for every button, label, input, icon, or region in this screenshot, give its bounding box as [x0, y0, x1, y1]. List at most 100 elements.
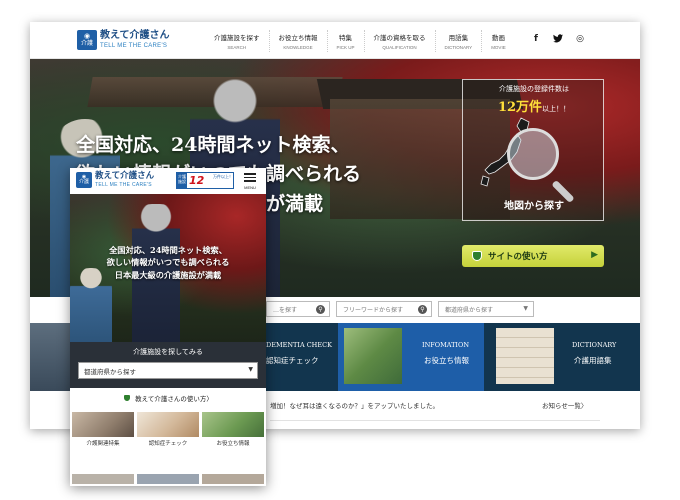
mobile-prefecture-select[interactable]: 都道府県から探す ▼	[78, 362, 258, 379]
hamburger-menu-button[interactable]: MENU	[240, 173, 260, 190]
nav-item-label: 特集	[339, 34, 352, 42]
nav-item-sublabel: SEARCH	[227, 45, 247, 50]
nav-item-label: 介護施設を探す	[214, 34, 260, 42]
mobile-hero-headline: 全国対応、24時間ネット検索、 欲しい情報がいつでも調べられる 日本最大級の介護…	[70, 244, 266, 281]
map-search-box[interactable]: 介護施設の登録件数は 12万件以上！！ 地図から探す	[462, 79, 604, 221]
logo-mark-icon: ◉ 介護	[77, 30, 97, 50]
nav-item-label: 用語集	[448, 34, 469, 42]
mobile-hero-line-3: 日本最大級の介護施設が満載	[114, 269, 222, 280]
shield-icon	[472, 251, 482, 261]
menu-label: MENU	[244, 184, 256, 190]
nav-item-movie[interactable]: 動画 MOVIE	[481, 30, 515, 52]
menu-icon	[244, 173, 256, 175]
logo-mark-text: 介護	[80, 39, 93, 47]
mobile-select-value: 都道府県から探す	[84, 367, 136, 376]
shield-icon	[123, 394, 132, 402]
site-guide-label: サイトの使い方	[488, 252, 548, 262]
mobile-card-label: お役立ち情報	[216, 441, 250, 447]
nav-item-knowledge[interactable]: お役立ち情報 KNOWLEDGE	[268, 30, 327, 52]
information-photo	[344, 328, 402, 384]
dictionary-photo	[496, 328, 554, 384]
menu-icon	[244, 176, 256, 178]
freeword-search-placeholder: フリーワードから探す	[343, 306, 404, 314]
news-more-link[interactable]: お知らせ一覧〉	[542, 400, 587, 410]
mobile-screenshot: ◉ 介護 教えて介護さん TELL ME THE CARE'S 介護施設 12 …	[70, 168, 266, 486]
main-nav: 介護施設を探す SEARCH お役立ち情報 KNOWLEDGE 特集 PICK …	[205, 30, 515, 52]
nav-item-dictionary[interactable]: 用語集 DICTIONARY	[434, 30, 482, 52]
feature-information[interactable]: INFOMATION お役立ち情報	[338, 323, 484, 391]
map-search-label: 地図から探す	[504, 201, 564, 212]
feature-dementia-check[interactable]: DEMENTIA CHECK 認知症チェック	[266, 323, 342, 391]
feature-dictionary-en: DICTIONARY	[572, 341, 617, 349]
mobile-card-label: 介護関連特集	[86, 441, 120, 447]
magnifier-icon	[507, 128, 559, 180]
mobile-search-panel: 介護施設を探してみる 都道府県から探す ▼	[70, 342, 266, 388]
hero-line-1: 全国対応、24時間ネット検索、	[76, 134, 350, 156]
logo-title: 教えて介護さん	[100, 30, 170, 41]
mobile-search-title: 介護施設を探してみる	[133, 348, 203, 356]
prefecture-select[interactable]: 都道府県から探す ▼	[438, 301, 534, 317]
mobile-card-label: 認知症チェック	[148, 441, 188, 447]
prefecture-select-placeholder: 都道府県から探す	[445, 306, 494, 314]
card-photo-row2	[137, 474, 199, 484]
nav-item-label: 動画	[491, 34, 505, 42]
nav-item-sublabel: MOVIE	[491, 45, 506, 50]
feature-information-jp: お役立ち情報	[424, 356, 469, 365]
card-photo	[137, 412, 199, 437]
nav-item-search[interactable]: 介護施設を探す SEARCH	[205, 30, 269, 52]
mobile-hero-banner: 全国対応、24時間ネット検索、 欲しい情報がいつでも調べられる 日本最大級の介護…	[70, 194, 266, 342]
card-photo	[202, 412, 264, 437]
nav-item-sublabel: PICK UP	[336, 45, 355, 50]
nav-item-label: 介護の資格を取る	[373, 34, 426, 42]
map-heading: 介護施設の登録件数は	[499, 85, 569, 93]
feature-photo-left	[30, 323, 70, 391]
badge-left-text: 介護施設	[177, 173, 187, 188]
desktop-header: ◉ 介護 教えて介護さん TELL ME THE CARE'S 介護施設を探す …	[30, 22, 640, 59]
mobile-hero-line-1: 全国対応、24時間ネット検索、	[109, 245, 227, 255]
logo-title: 教えて介護さん	[95, 171, 155, 182]
nav-item-label: お役立ち情報	[278, 34, 318, 42]
card-photo	[72, 412, 134, 437]
arrow-right-icon: ▶	[591, 250, 598, 260]
logo-tagline: TELL ME THE CARE'S	[100, 43, 168, 49]
menu-icon	[244, 180, 256, 182]
feature-dictionary[interactable]: DICTIONARY 介護用語集	[490, 323, 640, 391]
chevron-down-icon: ▼	[523, 305, 528, 312]
search-icon[interactable]: ⚲	[418, 305, 427, 314]
mobile-guide-link[interactable]: 教えて介護さんの使い方〉	[70, 390, 266, 406]
news-divider	[270, 420, 600, 421]
card-photo-row2	[202, 474, 264, 484]
social-links: f ◎	[530, 34, 586, 46]
card-photo-row2	[72, 474, 134, 484]
keyword-search-placeholder: …を探す	[273, 306, 298, 314]
mobile-site-logo[interactable]: ◉ 介護 教えて介護さん TELL ME THE CARE'S	[76, 172, 154, 188]
site-guide-button[interactable]: サイトの使い方 ▶	[462, 245, 604, 267]
logo-mark-text: 介護	[78, 179, 89, 185]
map-count: 12万件	[497, 100, 543, 115]
feature-dictionary-jp: 介護用語集	[574, 356, 612, 365]
chevron-down-icon: ▼	[248, 366, 253, 373]
mobile-feature-cards: 介護関連特集 認知症チェック お役立ち情報	[70, 412, 266, 486]
news-item[interactable]: 増加！なぜ耳は遠くなるのか？」をアップいたしました。	[270, 400, 439, 410]
feature-information-en: INFOMATION	[422, 341, 470, 349]
mobile-card-info[interactable]: お役立ち情報	[202, 412, 264, 452]
nav-item-sublabel: QUALIFICATION	[382, 45, 417, 50]
mobile-card-feature[interactable]: 介護関連特集	[72, 412, 134, 452]
site-logo[interactable]: ◉ 介護 教えて介護さん TELL ME THE CARE'S	[77, 29, 170, 51]
facility-count-badge: 介護施設 12 万件以上！	[176, 172, 234, 189]
mobile-card-dementia[interactable]: 認知症チェック	[137, 412, 199, 452]
nav-item-qualification[interactable]: 介護の資格を取る QUALIFICATION	[363, 30, 435, 52]
twitter-icon[interactable]	[552, 34, 564, 46]
search-icon[interactable]: ⚲	[316, 305, 325, 314]
feature-dementia-jp: 認知症チェック	[266, 356, 319, 365]
keyword-search-input[interactable]: …を探す ⚲	[266, 301, 330, 317]
nav-item-pickup[interactable]: 特集 PICK UP	[326, 30, 364, 52]
map-count-suffix: 以上！！	[542, 105, 571, 113]
map-count-line: 12万件以上！！	[463, 96, 605, 115]
badge-right-text: 万件以上！	[213, 174, 233, 179]
logo-mark-icon: ◉ 介護	[76, 172, 92, 188]
freeword-search-input[interactable]: フリーワードから探す ⚲	[336, 301, 432, 317]
nav-item-sublabel: DICTIONARY	[444, 45, 473, 50]
facebook-icon[interactable]: f	[530, 34, 542, 46]
instagram-icon[interactable]: ◎	[574, 34, 586, 46]
